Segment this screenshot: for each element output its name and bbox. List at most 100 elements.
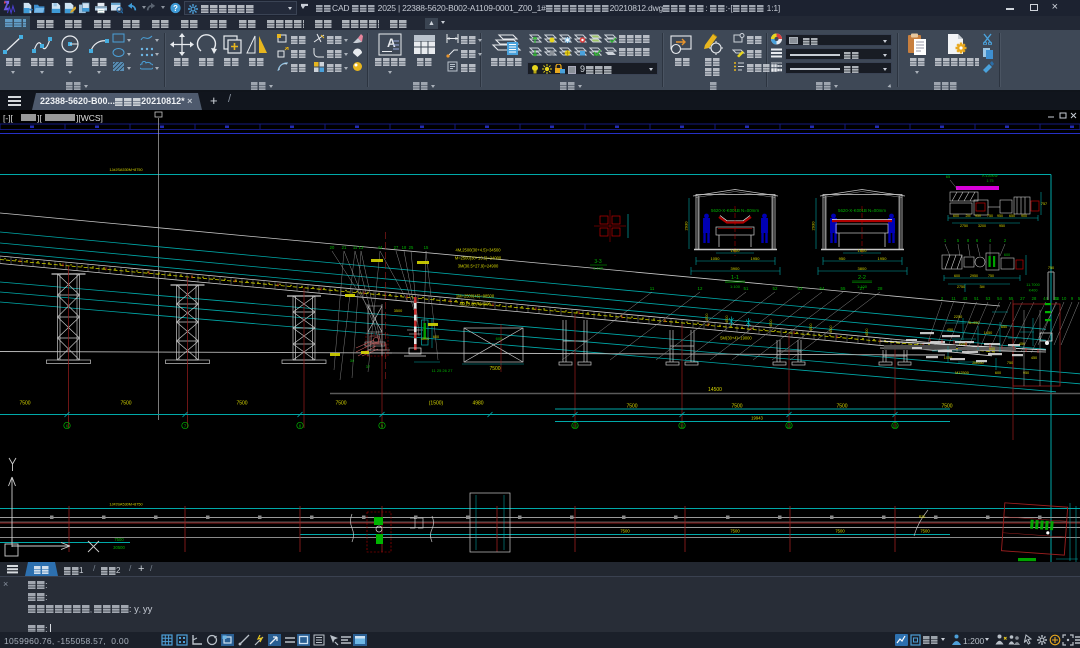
svg-text:1950: 1950: [751, 256, 761, 261]
svg-text:21: 21: [342, 245, 347, 250]
svg-text:3500: 3500: [394, 309, 402, 313]
svg-text:600: 600: [1004, 253, 1010, 257]
svg-text:51: 51: [974, 296, 979, 301]
svg-text:7500: 7500: [335, 401, 346, 407]
svg-text:600: 600: [953, 214, 959, 218]
svg-text:30500: 30500: [113, 545, 125, 550]
svg-text:43: 43: [963, 296, 968, 301]
svg-text:7500: 7500: [730, 529, 740, 534]
svg-text:1450: 1450: [984, 331, 992, 335]
svg-text:650: 650: [1001, 325, 1007, 329]
svg-text:2750: 2750: [957, 285, 965, 289]
svg-text:K:100KW: K:100KW: [982, 174, 998, 178]
svg-text:2930: 2930: [684, 221, 689, 231]
svg-text:(1500): (1500): [429, 401, 444, 407]
svg-text:28: 28: [1032, 296, 1037, 301]
svg-text:2950: 2950: [970, 274, 978, 278]
svg-text:12: 12: [698, 286, 703, 291]
svg-text:8: 8: [967, 238, 970, 243]
svg-text:M12500: M12500: [955, 371, 969, 375]
svg-text:950: 950: [839, 256, 846, 261]
svg-text:1050: 1050: [711, 256, 721, 261]
svg-text:4500: 4500: [865, 328, 869, 336]
svg-text:3-3: 3-3: [594, 259, 601, 265]
svg-text:51: 51: [744, 286, 749, 291]
svg-text:2: 2: [1004, 238, 1007, 243]
svg-text:25: 25: [409, 245, 414, 250]
svg-text:44: 44: [1043, 296, 1048, 301]
svg-text:2-2: 2-2: [858, 275, 866, 281]
svg-text:2250: 2250: [954, 315, 962, 319]
svg-text:1J#JSA530M+8750: 1J#JSA530M+8750: [109, 168, 142, 172]
svg-text:1:75: 1:75: [987, 179, 994, 183]
svg-text:1950: 1950: [878, 256, 888, 261]
svg-text:750: 750: [1007, 361, 1013, 365]
svg-text:3900: 3900: [731, 266, 741, 271]
svg-text:4980: 4980: [472, 401, 483, 407]
svg-text:950: 950: [999, 224, 1005, 228]
svg-text:1:100: 1:100: [730, 284, 741, 289]
svg-text:600: 600: [954, 274, 960, 278]
svg-text:4500: 4500: [705, 313, 709, 321]
svg-text:2750: 2750: [960, 224, 968, 228]
svg-text:7500: 7500: [489, 366, 500, 372]
svg-text:M=2500(30+13.5)=24000: M=2500(30+13.5)=24000: [455, 256, 502, 261]
svg-text:9: 9: [381, 424, 384, 429]
svg-text:20: 20: [330, 245, 335, 250]
svg-text:1: 1: [944, 238, 947, 243]
svg-text:27: 27: [1020, 296, 1025, 301]
svg-text:750: 750: [988, 274, 994, 278]
svg-text:13: 13: [893, 424, 898, 429]
svg-text:9: 9: [1071, 296, 1074, 301]
svg-text:4500: 4500: [809, 323, 813, 331]
svg-text:4000: 4000: [421, 337, 429, 341]
svg-text:18: 18: [402, 245, 407, 250]
svg-text:6: 6: [976, 238, 979, 243]
svg-text:11 25 26 27: 11 25 26 27: [432, 368, 454, 373]
svg-text:5: 5: [957, 238, 960, 243]
svg-text:K400: K400: [1029, 289, 1038, 293]
svg-text:53: 53: [986, 296, 991, 301]
svg-text:1-1: 1-1: [731, 275, 739, 281]
svg-text:4500: 4500: [769, 319, 773, 327]
svg-text:757: 757: [1041, 202, 1047, 206]
svg-text:600: 600: [433, 335, 439, 339]
svg-text:B=650: B=650: [968, 321, 979, 325]
svg-text:11: 11: [680, 424, 685, 429]
svg-text:950: 950: [997, 214, 1003, 218]
svg-text:37: 37: [366, 364, 371, 369]
svg-text:1:100: 1:100: [857, 284, 868, 289]
svg-text:950: 950: [975, 214, 981, 218]
svg-text:11: 11: [353, 245, 358, 250]
svg-text:14500: 14500: [708, 387, 722, 393]
svg-text:19943: 19943: [751, 416, 763, 421]
svg-text:10: 10: [573, 424, 578, 429]
svg-text:7500: 7500: [620, 529, 630, 534]
svg-text:7500: 7500: [835, 529, 845, 534]
svg-text:11.7000: 11.7000: [1026, 283, 1039, 287]
svg-text:7500: 7500: [920, 529, 930, 534]
svg-text:450: 450: [1031, 356, 1037, 360]
svg-text:55: 55: [841, 286, 846, 291]
svg-text:2M: 2M: [966, 214, 971, 218]
svg-text:13: 13: [359, 245, 364, 250]
svg-text:7: 7: [184, 424, 187, 429]
svg-text:28: 28: [878, 286, 883, 291]
svg-text:4500: 4500: [829, 325, 833, 333]
svg-text:][: ][: [37, 113, 42, 123]
svg-text:3800: 3800: [858, 266, 868, 271]
svg-text:54: 54: [820, 286, 825, 291]
svg-text:8: 8: [299, 424, 302, 429]
svg-text:53: 53: [798, 286, 803, 291]
svg-text:4M,(3.00)=24000: 4M,(3.00)=24000: [459, 302, 491, 307]
svg-text:?: ?: [173, 4, 178, 13]
svg-text:4M,2500(30+4.5)=34500: 4M,2500(30+4.5)=34500: [455, 248, 501, 253]
svg-text:65: 65: [946, 174, 951, 179]
svg-text:7500: 7500: [236, 401, 247, 407]
svg-text:4: 4: [989, 238, 992, 243]
svg-text:7500: 7500: [19, 401, 30, 407]
svg-text:7500: 7500: [114, 537, 124, 542]
svg-text:7500: 7500: [626, 404, 637, 410]
svg-text:3200: 3200: [978, 224, 986, 228]
svg-text:11: 11: [951, 296, 956, 301]
